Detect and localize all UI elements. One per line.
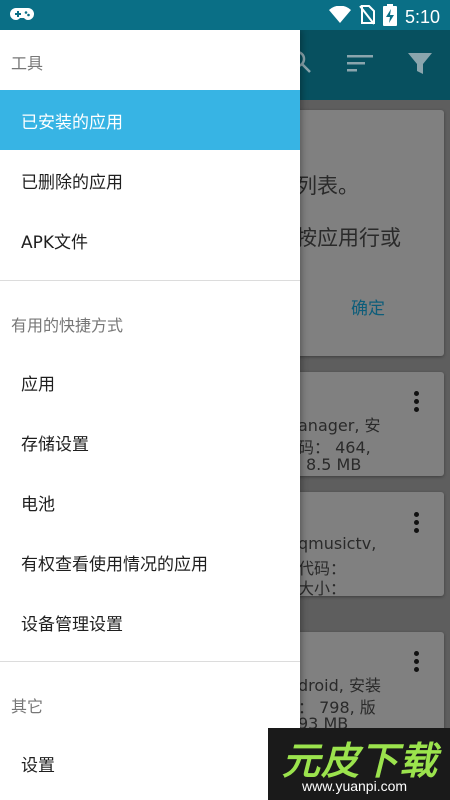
drawer-item-installed-apps[interactable]: 已安装的应用 [0, 90, 300, 150]
drawer-item-apk-files[interactable]: APK文件 [0, 210, 300, 270]
dialog-line-2: 按应用行或 [296, 226, 401, 250]
wifi-icon [328, 5, 351, 28]
ok-button[interactable]: 确定 [351, 294, 385, 319]
battery-charging-icon [382, 4, 397, 30]
sort-icon[interactable] [347, 55, 373, 77]
drawer-item-usage-access[interactable]: 有权查看使用情况的应用 [0, 532, 300, 592]
app-card-text: anager, 安 [298, 416, 381, 435]
drawer-item-label: 电池 [21, 494, 55, 515]
drawer-item-label: 已安装的应用 [21, 112, 123, 133]
watermark: 元皮下载 www.yuanpi.com [268, 728, 450, 800]
drawer-item-label: 存储设置 [21, 434, 89, 455]
drawer-item-label: 设置 [21, 755, 55, 776]
section-label-tools: 工具 [11, 54, 44, 73]
drawer-item-deleted-apps[interactable]: 已删除的应用 [0, 150, 300, 210]
filter-icon[interactable] [408, 53, 432, 79]
drawer-item-device-admin[interactable]: 设备管理设置 [0, 592, 300, 652]
drawer-item-battery[interactable]: 电池 [0, 472, 300, 532]
section-label-shortcuts: 有用的快捷方式 [11, 316, 124, 335]
app-card-text: qmusictv, [298, 534, 377, 553]
drawer-item-label: APK文件 [21, 232, 89, 253]
drawer-item-storage-settings[interactable]: 存储设置 [0, 412, 300, 472]
more-options-icon[interactable] [414, 391, 420, 415]
watermark-logo: 元皮下载 [282, 739, 439, 783]
more-options-icon[interactable] [414, 651, 420, 675]
navigation-drawer: 工具 已安装的应用 已删除的应用 APK文件 有用的快捷方式 应用 存储设置 电… [0, 30, 300, 800]
app-card-text: droid, 安装 [298, 676, 381, 695]
watermark-url: www.yuanpi.com [302, 778, 408, 794]
status-bar: 5:10 [0, 0, 450, 30]
status-time: 5:10 [404, 6, 440, 27]
gamepad-icon [10, 6, 34, 28]
drawer-divider [0, 661, 300, 662]
no-sim-icon [359, 5, 375, 29]
drawer-item-label: 已删除的应用 [21, 172, 123, 193]
dialog-line-1: 列表。 [296, 174, 359, 198]
app-card-text: 8.5 MB [306, 455, 362, 474]
section-label-other: 其它 [11, 697, 44, 716]
drawer-item-label: 设备管理设置 [21, 614, 123, 635]
drawer-item-settings[interactable]: 设置 [0, 733, 300, 793]
drawer-divider [0, 280, 300, 281]
drawer-item-label: 有权查看使用情况的应用 [21, 554, 208, 575]
drawer-item-label: 应用 [21, 374, 55, 395]
drawer-item-apps[interactable]: 应用 [0, 352, 300, 412]
app-card-text: 大小： [298, 579, 347, 598]
more-options-icon[interactable] [414, 512, 420, 536]
